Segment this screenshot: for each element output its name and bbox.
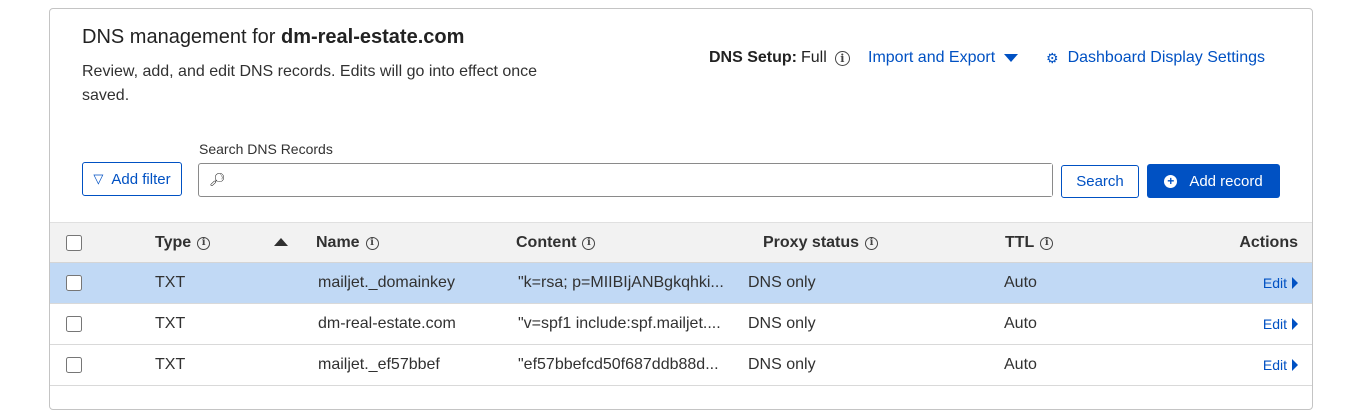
edit-record-button[interactable]: Edit [1263,304,1298,344]
add-filter-label: Add filter [111,170,171,188]
page-title: DNS management for dm-real-estate.com [82,26,464,49]
dns-setup-status: DNS Setup: Full i [709,49,850,67]
record-proxy-status: DNS only [748,356,816,373]
column-header-proxy-status[interactable]: Proxy status i [763,223,879,263]
add-record-label: Add record [1189,172,1263,190]
select-all-checkbox[interactable] [66,235,82,251]
table-header: Type i Name i Content i Proxy status i T… [50,222,1312,263]
search-input[interactable] [231,164,1052,196]
record-name: mailjet._domainkey [318,274,455,291]
column-type-label: Type [155,234,192,251]
row-checkbox[interactable] [66,275,82,291]
search-label: Search DNS Records [199,141,333,157]
chevron-right-icon [1292,359,1298,371]
column-header-name[interactable]: Name i [316,223,379,263]
table-row[interactable]: TXT mailjet._domainkey "k=rsa; p=MIIBIjA… [50,263,1312,304]
info-icon[interactable]: i [1040,236,1054,250]
edit-label: Edit [1262,275,1287,291]
record-proxy-status: DNS only [748,274,816,291]
chevron-right-icon [1292,318,1298,330]
edit-label: Edit [1262,357,1287,373]
row-checkbox[interactable] [66,316,82,332]
search-button[interactable]: Search [1061,165,1139,198]
edit-record-button[interactable]: Edit [1263,263,1298,303]
search-field[interactable]: 🔎︎ [198,163,1053,197]
gear-icon: ⚙ [1046,49,1059,66]
column-header-content[interactable]: Content i [516,223,596,263]
record-proxy-status: DNS only [748,315,816,332]
record-content: "v=spf1 include:spf.mailjet.... [518,315,721,332]
column-ttl-label: TTL [1005,234,1035,251]
import-export-dropdown[interactable]: Import and Export [868,49,1019,67]
info-icon[interactable]: i [197,236,211,250]
dns-management-card: DNS management for dm-real-estate.com Re… [49,8,1313,410]
table-row[interactable]: TXT dm-real-estate.com "v=spf1 include:s… [50,304,1312,345]
dns-setup-label: DNS Setup: [709,49,797,66]
column-name-label: Name [316,234,360,251]
page-description: Review, add, and edit DNS records. Edits… [82,63,538,104]
info-icon[interactable]: i [365,236,379,250]
column-header-type[interactable]: Type i [155,223,211,263]
column-proxy-label: Proxy status [763,234,860,251]
column-header-ttl[interactable]: TTL i [1005,223,1054,263]
add-filter-button[interactable]: ▽ Add filter [82,162,182,196]
edit-label: Edit [1262,316,1287,332]
record-ttl: Auto [1004,274,1037,291]
info-icon[interactable]: i [865,236,879,250]
info-icon[interactable]: i [834,50,850,66]
page-title-prefix: DNS management for [82,26,281,48]
record-name: mailjet._ef57bbef [318,356,440,373]
record-content: "ef57bbefcd50f687ddb88d... [518,356,719,373]
sort-ascending-icon[interactable] [274,238,288,246]
column-content-label: Content [516,234,577,251]
plus-circle-icon: + [1164,174,1178,188]
record-type: TXT [155,356,186,373]
table-row[interactable]: TXT mailjet._ef57bbef "ef57bbefcd50f687d… [50,345,1312,386]
record-ttl: Auto [1004,356,1037,373]
import-export-label: Import and Export [868,49,996,66]
chevron-down-icon [1004,54,1019,62]
edit-record-button[interactable]: Edit [1263,345,1298,385]
dashboard-display-settings-link[interactable]: ⚙ Dashboard Display Settings [1046,49,1265,67]
record-type: TXT [155,315,186,332]
dns-setup-value: Full [801,49,827,66]
record-content: "k=rsa; p=MIIBIjANBgkqhki... [518,274,724,291]
chevron-right-icon [1292,277,1298,289]
record-type: TXT [155,274,186,291]
row-checkbox[interactable] [66,357,82,373]
filter-icon: ▽ [93,171,104,186]
domain-name: dm-real-estate.com [280,26,465,48]
dashboard-settings-label: Dashboard Display Settings [1067,49,1265,66]
column-header-actions: Actions [1239,234,1298,251]
info-icon[interactable]: i [582,236,596,250]
record-name: dm-real-estate.com [318,315,456,332]
search-icon: 🔎︎ [209,172,226,187]
record-ttl: Auto [1004,315,1037,332]
add-record-button[interactable]: + Add record [1147,164,1280,198]
